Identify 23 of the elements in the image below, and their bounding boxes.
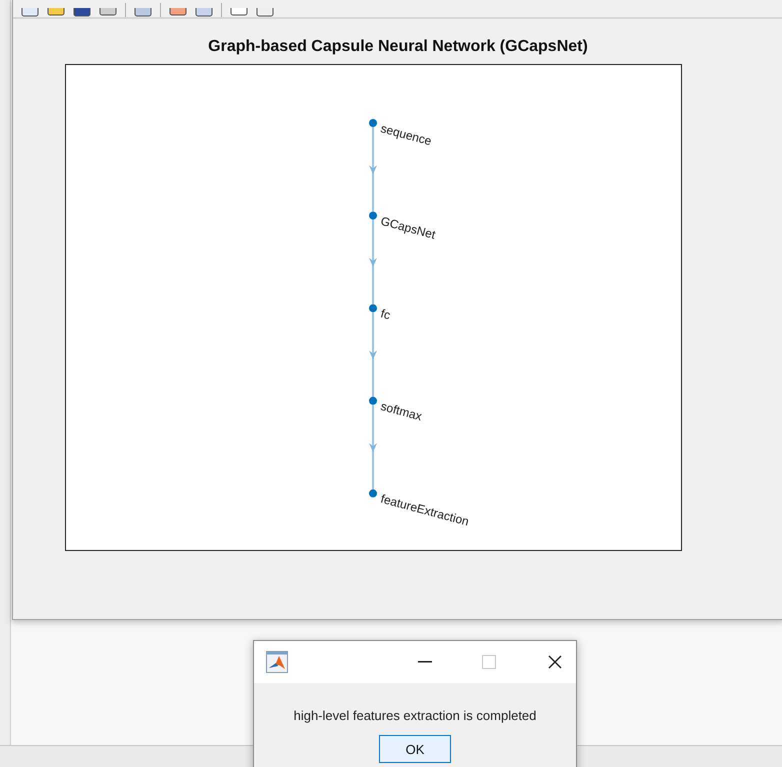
toolbar-icon[interactable] <box>195 8 213 17</box>
node-label: softmax <box>378 399 423 424</box>
node-label: fc <box>378 306 392 322</box>
toolbar-icon[interactable] <box>169 8 187 17</box>
graph-node <box>368 304 376 312</box>
toolbar-icon[interactable] <box>47 8 65 17</box>
graph-node <box>368 396 376 405</box>
node-label: sequence <box>378 121 433 148</box>
graph-node <box>368 119 376 127</box>
toolbar-icon[interactable] <box>21 8 39 17</box>
toolbar-icon[interactable] <box>73 8 91 17</box>
minimize-icon[interactable] <box>418 661 432 663</box>
toolbar-icon[interactable] <box>134 8 152 17</box>
graph-node <box>368 212 376 220</box>
toolbar-icon[interactable] <box>99 8 117 17</box>
dialog-message: high-level features extraction is completed <box>294 708 536 723</box>
close-icon[interactable] <box>548 655 562 669</box>
toolbar-icon[interactable] <box>230 8 248 17</box>
graph-node <box>368 489 376 498</box>
toolbar-icon[interactable] <box>256 8 274 17</box>
ok-button[interactable]: OK <box>379 735 451 763</box>
figure-title: Graph-based Capsule Neural Network (GCapsNet) <box>208 38 588 56</box>
app-logo-icon <box>266 651 288 673</box>
